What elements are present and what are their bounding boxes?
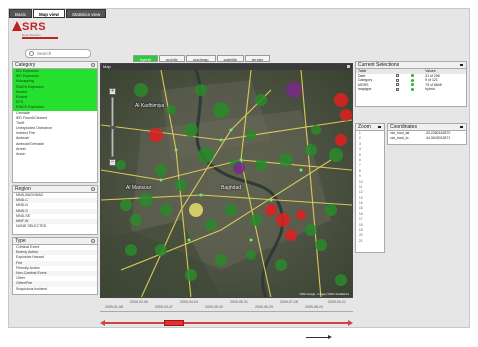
table-row: maptype hybrid (356, 87, 466, 92)
map-panel: Map + − Al Kadhimiya Baghdad Al Mansour … (100, 63, 353, 298)
zoom-level-panel: Zoom 1 2 3 4 5 6 7 8 9 10 11 12 13 14 15 16 17 18 19 20 21 (355, 123, 385, 253)
minimize-icon[interactable] (347, 65, 350, 68)
coordinates-table: var_mod_lat 33.2280162870 var_mod_lo.. 4… (388, 131, 466, 140)
logo-stripe (22, 37, 58, 39)
top-tabs: Basic Map view Statistics view (9, 9, 149, 18)
selection-lock-cell (394, 87, 409, 92)
zoom-in-button[interactable]: + (109, 88, 116, 95)
search-icon (29, 51, 34, 56)
type-title: Type (13, 238, 97, 245)
current-selections-title: Current Selections (356, 62, 466, 69)
selections-table: Table Values Date 31 of 296 Category 9 of 1… (356, 69, 466, 92)
coordinates-title: Coordinates (388, 124, 466, 131)
zoom-out-button[interactable]: − (109, 159, 116, 166)
coordinates-title-text: Coordinates (390, 124, 417, 130)
coordinate-label: var_mod_lo.. (390, 135, 411, 140)
zoom-slider-handle[interactable] (110, 126, 116, 129)
coordinate-value: 44.3543012871 (425, 135, 451, 140)
selection-status-cell (409, 87, 424, 92)
current-selections-title-text: Current Selections (358, 62, 400, 68)
map-copyright: ©2011 Google · Imagery ©2011 TerraMetric… (299, 293, 349, 296)
category-title-text: Category (15, 62, 36, 68)
maptype-satellite-button[interactable]: satellite (216, 55, 245, 62)
maptype-roadmap-button[interactable]: roadmap (185, 55, 216, 62)
zoom-title: Zoom (356, 124, 384, 131)
timeline-track[interactable] (104, 322, 350, 324)
zoom-control: + − (109, 88, 116, 166)
srs-logo: SRS Real Situation (12, 21, 92, 45)
type-panel: Type Criminal Event Enemy Action Explosive… (12, 237, 98, 295)
minimize-icon[interactable] (378, 126, 381, 128)
timeline-slider: 2009-02-06 2009-04-04 2009-05-31 2009-07… (100, 300, 353, 328)
timeline-right-arrow-icon[interactable] (348, 320, 353, 326)
zoom-level-list: 1 2 3 4 5 6 7 8 9 10 11 12 13 14 15 16 17 18 19 20 21 (356, 131, 384, 244)
lock-checkbox-icon[interactable] (395, 87, 399, 91)
timeline-tick-label: 2009-02-06 (130, 300, 148, 304)
status-dot-icon (410, 78, 414, 82)
tab-statistics-view[interactable]: Statistics view (66, 9, 107, 18)
type-list: Criminal Event Enemy Action Explosive Haza… (13, 245, 97, 292)
selection-value: hybrid (425, 87, 435, 92)
category-title: Category (13, 62, 97, 69)
timeline-tick-label: 2009-05-31 (230, 300, 248, 304)
map-type-buttons: hybrid mobile roadmap satellite terrain (133, 55, 271, 62)
zoom-level-item[interactable]: 21 (359, 239, 384, 244)
zoom-slider[interactable] (110, 97, 116, 157)
maptype-mobile-button[interactable]: mobile (158, 55, 185, 62)
status-dot-icon (410, 87, 414, 91)
region-title: Region (13, 186, 97, 193)
timeline-tick-label: 2009-01-08 (105, 305, 123, 309)
timeline-tick-label: 2009-06-29 (255, 305, 273, 309)
logo-text: SRS (22, 21, 47, 33)
region-item[interactable]: NONE SELECTED (13, 224, 97, 229)
timeline-tick-label: 2009-03-07 (155, 305, 173, 309)
search-icon[interactable] (91, 187, 95, 191)
category-panel: Category IED Explosion IED Explosion Kidna… (12, 61, 98, 183)
timeline-tick-label: 2009-07-28 (280, 300, 298, 304)
map-header-label: Map (103, 64, 111, 69)
current-selections-panel: Current Selections Table Values Date 31 o… (355, 61, 467, 107)
logo-triangle-icon (12, 21, 22, 31)
status-dot-icon (410, 83, 414, 87)
city-label: Al Mansour (126, 185, 152, 191)
type-title-text: Type (15, 238, 26, 244)
timeline-ticks: 2009-02-06 2009-04-04 2009-05-31 2009-07… (100, 300, 353, 312)
lock-checkbox-icon[interactable] (395, 78, 399, 82)
minimize-icon[interactable] (460, 64, 463, 66)
tab-map-view[interactable]: Map view (33, 9, 66, 18)
maptype-hybrid-button[interactable]: hybrid (133, 55, 158, 62)
table-row: var_mod_lo.. 44.3543012871 (388, 136, 466, 141)
status-dot-icon (410, 74, 414, 78)
minimize-icon[interactable] (460, 126, 463, 128)
search-icon[interactable] (91, 63, 95, 67)
app-window: Basic Map view Statistics view SRS Real … (8, 8, 470, 328)
search-icon[interactable] (91, 239, 95, 243)
timeline-selection-handle[interactable] (164, 320, 184, 326)
region-list: MND-BAGHDAD MND-C MND-N MND-S MND-SE MNF-W NON… (13, 193, 97, 229)
map-canvas[interactable]: + − Al Kadhimiya Baghdad Al Mansour ©201… (101, 69, 352, 297)
city-label: Al Kadhimiya (135, 103, 165, 109)
tab-basic[interactable]: Basic (9, 9, 33, 18)
play-arrow-icon[interactable] (306, 335, 332, 339)
timeline-tick-label: 2009-04-04 (180, 300, 198, 304)
search-input[interactable] (37, 50, 87, 57)
maptype-terrain-button[interactable]: terrain (245, 55, 271, 62)
search-box[interactable] (25, 49, 91, 58)
timeline-tick-label: 2009-08-24 (305, 305, 323, 309)
region-title-text: Region (15, 186, 31, 192)
category-item[interactable]: Arson (13, 152, 97, 157)
selection-table-name: maptype (358, 87, 372, 92)
lock-checkbox-icon[interactable] (395, 74, 399, 78)
lock-checkbox-icon[interactable] (395, 83, 399, 87)
region-panel: Region MND-BAGHDAD MND-C MND-N MND-S MND-SE M… (12, 185, 98, 235)
logo-subtitle: Real Situation (22, 33, 41, 37)
timeline-tick-label: 2009-09-21 (328, 300, 346, 304)
coordinates-panel: Coordinates var_mod_lat 33.2280162870 va… (387, 123, 467, 145)
type-item[interactable]: Suspicious Incident (13, 287, 97, 292)
category-list: IED Explosion IED Explosion Kidnapping RAID… (13, 69, 97, 181)
timeline-tick-label: 2009-05-02 (205, 305, 223, 309)
city-label: Baghdad (221, 185, 242, 191)
zoom-title-text: Zoom (358, 124, 371, 130)
